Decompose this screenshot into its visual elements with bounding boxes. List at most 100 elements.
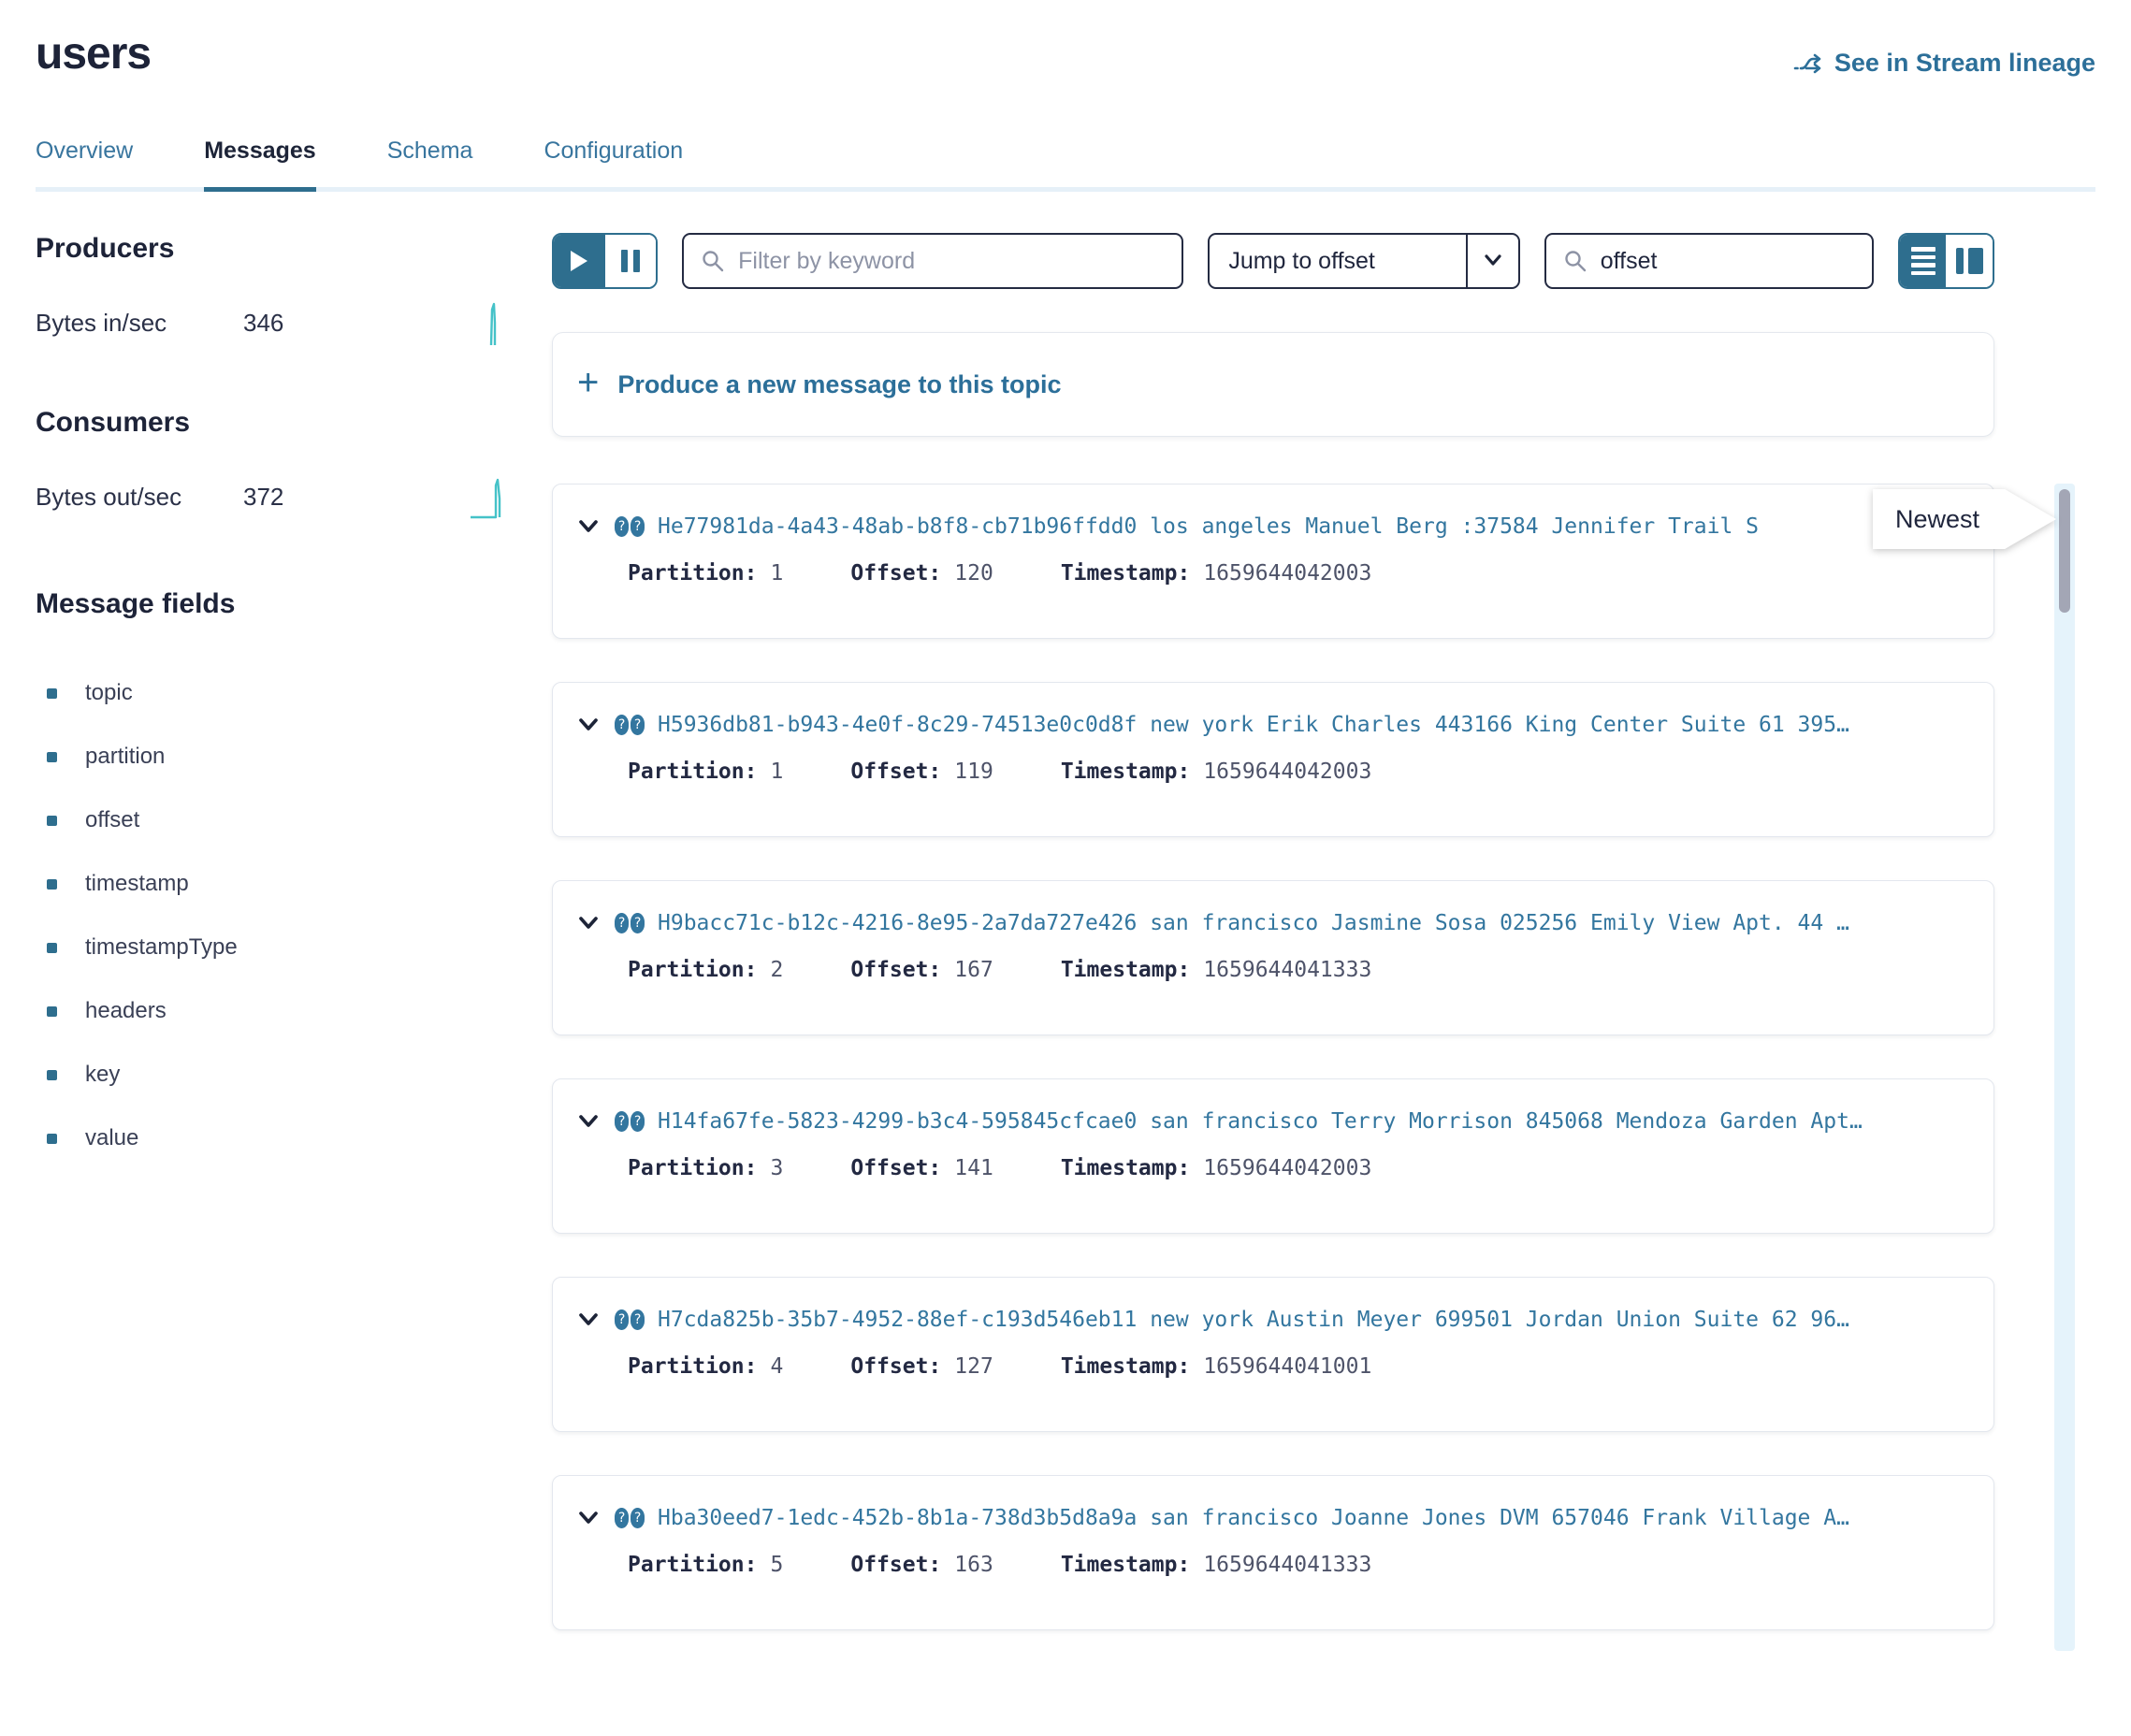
lineage-arrows-icon bbox=[1793, 51, 1823, 76]
produce-message-label: Produce a new message to this topic bbox=[617, 370, 1061, 399]
metrics-sidebar: Producers Bytes in/sec 346 Consumers Byt… bbox=[36, 192, 515, 1170]
message-key: H14fa67fe-5823-4299-b3c4-595845cfcae0 sa… bbox=[658, 1109, 1863, 1134]
message-fields-heading: Message fields bbox=[36, 588, 515, 620]
bytes-out-metric: Bytes out/sec 372 bbox=[36, 472, 515, 521]
play-icon bbox=[571, 251, 587, 271]
field-label: value bbox=[85, 1125, 138, 1151]
offset-search bbox=[1544, 233, 1874, 289]
message-row[interactable]: ?? H5936db81-b943-4e0f-8c29-74513e0c0d8f… bbox=[552, 682, 1994, 837]
message-key: H7cda825b-35b7-4952-88ef-c193d546eb11 ne… bbox=[658, 1308, 1849, 1332]
partition-field: Partition:5 bbox=[628, 1553, 783, 1577]
tab-bar: Overview Messages Schema Configuration bbox=[36, 137, 2095, 192]
field-bullet-icon bbox=[47, 816, 57, 826]
stream-lineage-link[interactable]: See in Stream lineage bbox=[1793, 49, 2095, 78]
bytes-out-sparkline-icon bbox=[470, 472, 507, 521]
field-item-partition[interactable]: partition bbox=[36, 725, 515, 788]
tab-schema[interactable]: Schema bbox=[387, 137, 473, 187]
message-row[interactable]: ?? H7cda825b-35b7-4952-88ef-c193d546eb11… bbox=[552, 1277, 1994, 1432]
field-item-headers[interactable]: headers bbox=[36, 979, 515, 1043]
field-bullet-icon bbox=[47, 1006, 57, 1017]
messages-panel: Jump to offset bbox=[515, 192, 2095, 1630]
jump-to-offset-select[interactable]: Jump to offset bbox=[1208, 233, 1519, 289]
pause-button[interactable] bbox=[605, 235, 657, 287]
partition-field: Partition:2 bbox=[628, 958, 783, 982]
field-bullet-icon bbox=[47, 752, 57, 762]
bytes-in-label: Bytes in/sec bbox=[36, 309, 243, 338]
partition-field: Partition:4 bbox=[628, 1354, 783, 1379]
chevron-down-icon[interactable] bbox=[575, 715, 602, 735]
timestamp-field: Timestamp:1659644041333 bbox=[1061, 1553, 1372, 1577]
timestamp-field: Timestamp:1659644041001 bbox=[1061, 1354, 1372, 1379]
message-row[interactable]: ?? H14fa67fe-5823-4299-b3c4-595845cfcae0… bbox=[552, 1078, 1994, 1234]
field-label: headers bbox=[85, 998, 167, 1024]
field-label: key bbox=[85, 1062, 120, 1088]
chevron-down-icon[interactable] bbox=[575, 516, 602, 537]
tab-configuration[interactable]: Configuration bbox=[544, 137, 683, 187]
offset-field: Offset:141 bbox=[850, 1156, 993, 1180]
produce-message-button[interactable]: + Produce a new message to this topic bbox=[552, 332, 1994, 437]
chevron-down-icon[interactable] bbox=[575, 1111, 602, 1132]
offset-field: Offset:119 bbox=[850, 760, 993, 784]
message-fields-section: Message fields topic partition offset ti… bbox=[36, 588, 515, 1170]
field-bullet-icon bbox=[47, 1070, 57, 1080]
jump-to-offset-value: Jump to offset bbox=[1210, 248, 1452, 275]
message-row[interactable]: ?? He77981da-4a43-48ab-b8f8-cb71b96ffdd0… bbox=[552, 484, 1994, 639]
offset-field: Offset:163 bbox=[850, 1553, 993, 1577]
column-view-button[interactable] bbox=[1946, 235, 1993, 287]
field-item-value[interactable]: value bbox=[36, 1107, 515, 1170]
chevron-down-icon[interactable] bbox=[575, 913, 602, 933]
offset-search-input[interactable] bbox=[1601, 248, 1855, 275]
keyword-filter-input[interactable] bbox=[738, 248, 1165, 275]
producers-heading: Producers bbox=[36, 233, 515, 265]
page-title: users bbox=[36, 28, 151, 80]
non-printable-bytes-icon: ?? bbox=[615, 913, 645, 933]
field-label: topic bbox=[85, 680, 133, 706]
message-key: He77981da-4a43-48ab-b8f8-cb71b96ffdd0 lo… bbox=[658, 514, 1759, 539]
field-item-topic[interactable]: topic bbox=[36, 661, 515, 725]
chevron-down-icon[interactable] bbox=[575, 1309, 602, 1330]
field-item-offset[interactable]: offset bbox=[36, 788, 515, 852]
field-item-key[interactable]: key bbox=[36, 1043, 515, 1107]
play-pause-control bbox=[552, 233, 658, 289]
scrollbar-track[interactable] bbox=[2054, 484, 2075, 1651]
consumers-heading: Consumers bbox=[36, 407, 515, 439]
field-item-timestamp[interactable]: timestamp bbox=[36, 852, 515, 916]
message-key: Hba30eed7-1edc-452b-8b1a-738d3b5d8a9a sa… bbox=[658, 1506, 1849, 1530]
non-printable-bytes-icon: ?? bbox=[615, 1309, 645, 1330]
play-button[interactable] bbox=[554, 235, 605, 287]
message-key: H9bacc71c-b12c-4216-8e95-2a7da727e426 sa… bbox=[658, 911, 1849, 935]
non-printable-bytes-icon: ?? bbox=[615, 1111, 645, 1132]
column-view-icon bbox=[1956, 248, 1983, 274]
timestamp-field: Timestamp:1659644042003 bbox=[1061, 1156, 1372, 1180]
chevron-down-icon[interactable] bbox=[575, 1508, 602, 1528]
bytes-in-value: 346 bbox=[243, 309, 346, 338]
bytes-out-value: 372 bbox=[243, 483, 346, 512]
non-printable-bytes-icon: ?? bbox=[615, 1508, 645, 1528]
stream-lineage-label: See in Stream lineage bbox=[1834, 49, 2095, 78]
non-printable-bytes-icon: ?? bbox=[615, 715, 645, 735]
page-header: users See in Stream lineage bbox=[36, 0, 2095, 80]
field-item-timestampType[interactable]: timestampType bbox=[36, 916, 515, 979]
scrollbar-thumb[interactable] bbox=[2059, 489, 2070, 613]
search-icon bbox=[701, 249, 725, 273]
non-printable-bytes-icon: ?? bbox=[615, 516, 645, 537]
offset-field: Offset:167 bbox=[850, 958, 993, 982]
messages-toolbar: Jump to offset bbox=[552, 233, 1994, 289]
bytes-in-sparkline-icon bbox=[483, 298, 507, 347]
timestamp-field: Timestamp:1659644042003 bbox=[1061, 561, 1372, 586]
offset-field: Offset:127 bbox=[850, 1354, 993, 1379]
partition-field: Partition:1 bbox=[628, 760, 783, 784]
message-list: ?? He77981da-4a43-48ab-b8f8-cb71b96ffdd0… bbox=[552, 484, 1994, 1630]
list-view-icon bbox=[1911, 247, 1935, 275]
field-bullet-icon bbox=[47, 943, 57, 953]
tab-overview[interactable]: Overview bbox=[36, 137, 133, 187]
consumers-section: Consumers Bytes out/sec 372 bbox=[36, 407, 515, 521]
message-row[interactable]: ?? Hba30eed7-1edc-452b-8b1a-738d3b5d8a9a… bbox=[552, 1475, 1994, 1630]
keyword-filter bbox=[682, 233, 1183, 289]
message-row[interactable]: ?? H9bacc71c-b12c-4216-8e95-2a7da727e426… bbox=[552, 880, 1994, 1035]
chevron-down-icon[interactable] bbox=[1466, 235, 1518, 287]
list-view-button[interactable] bbox=[1900, 235, 1947, 287]
partition-field: Partition:3 bbox=[628, 1156, 783, 1180]
tab-messages[interactable]: Messages bbox=[204, 137, 316, 187]
field-label: timestamp bbox=[85, 871, 189, 897]
